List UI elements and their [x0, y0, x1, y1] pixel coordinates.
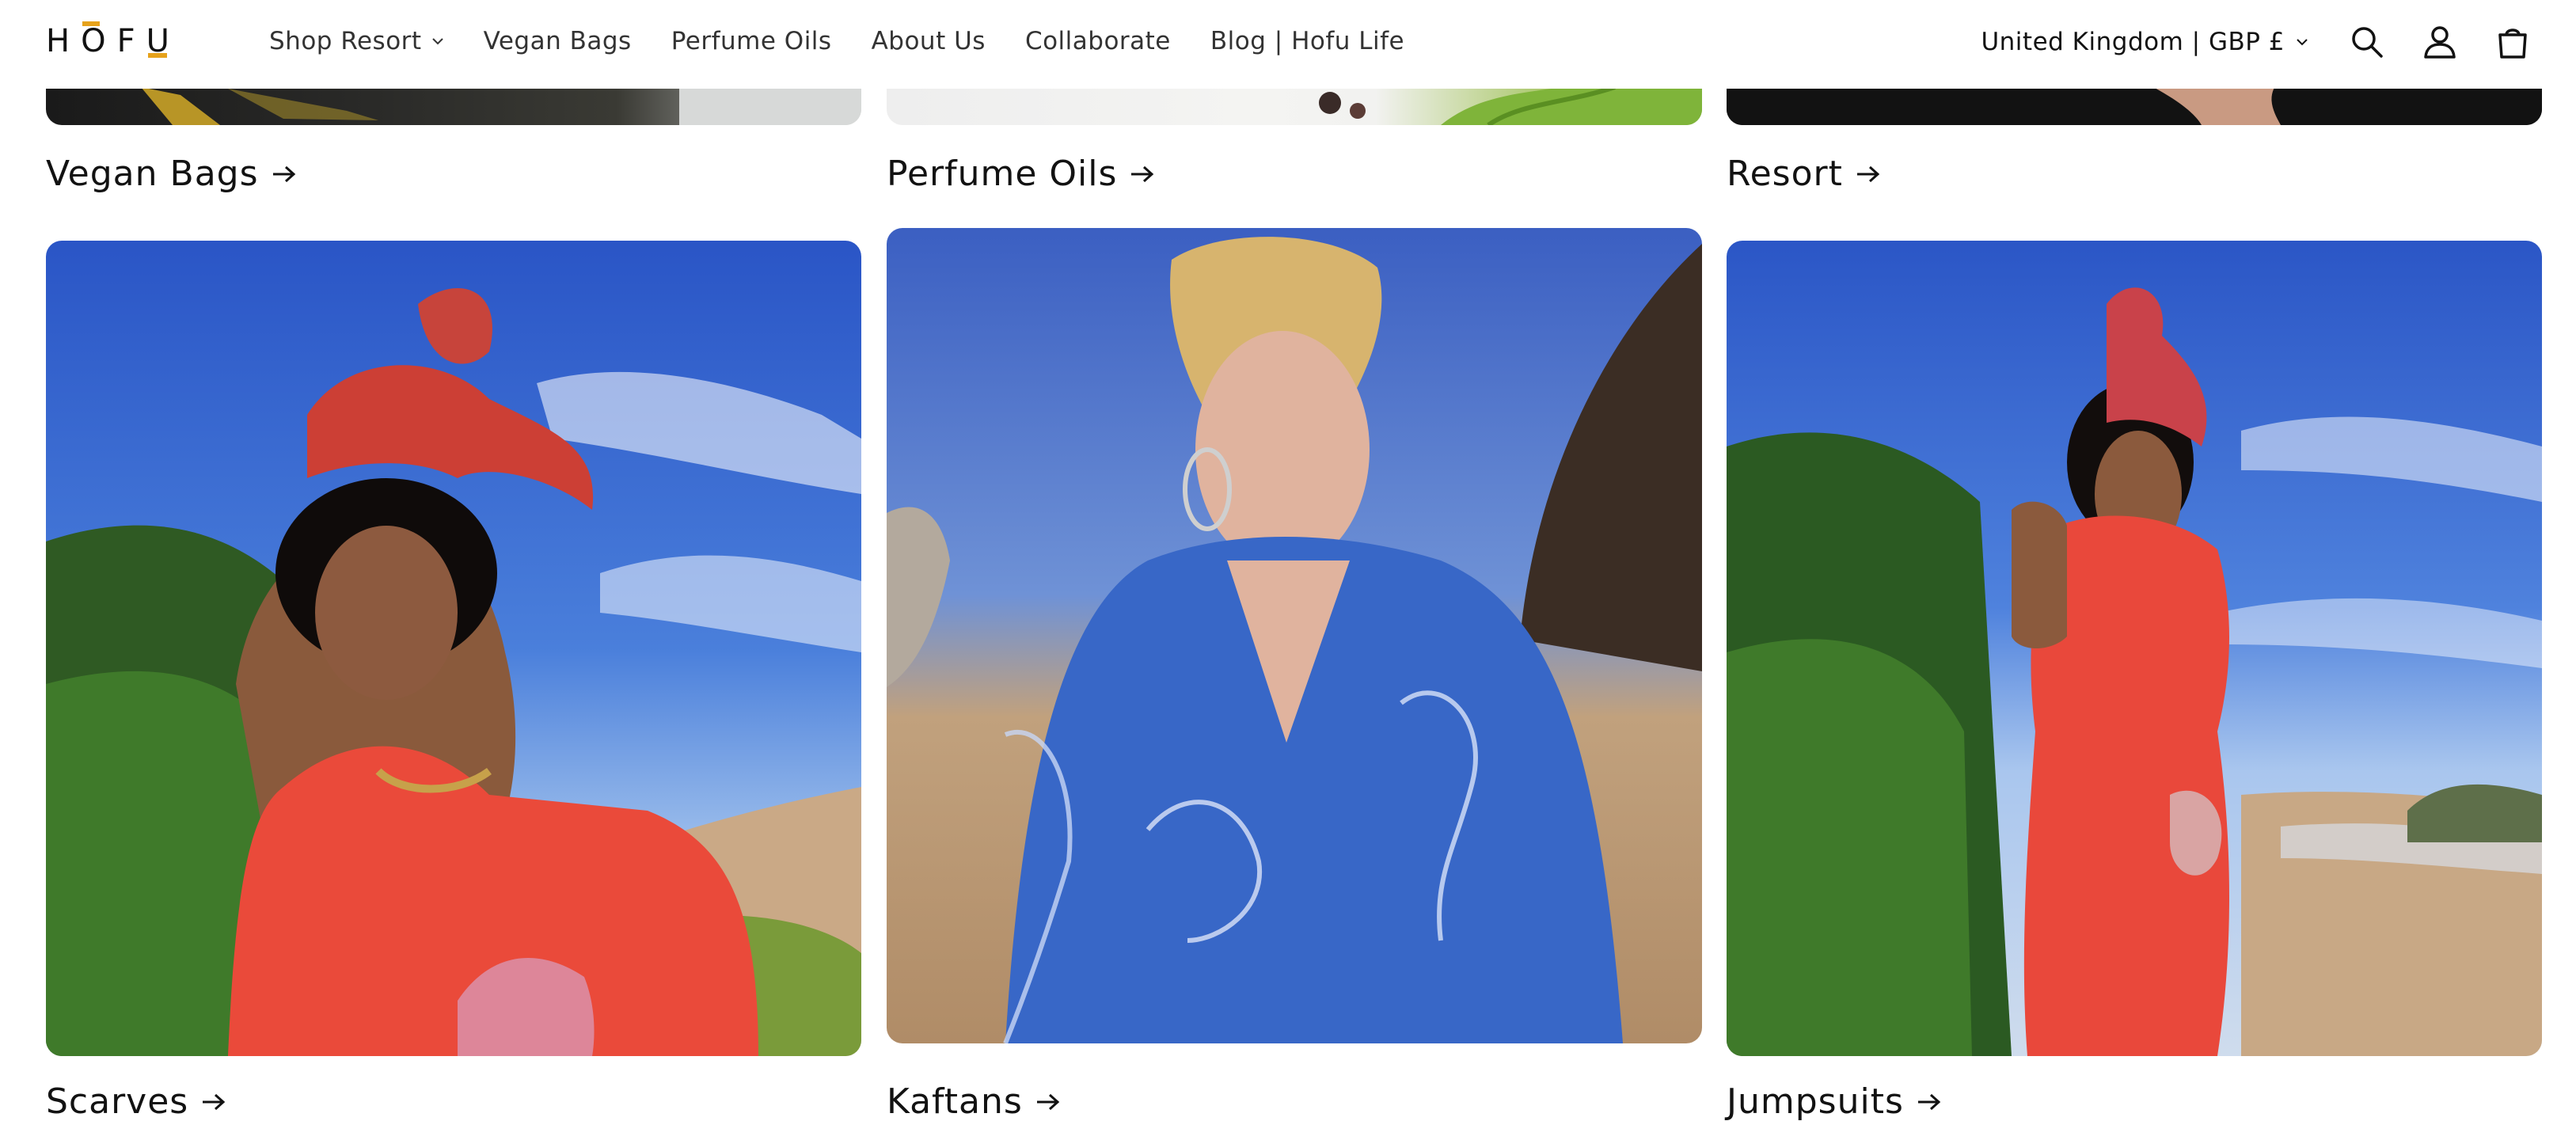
collection-link-vegan-bags[interactable]: Vegan Bags [46, 154, 298, 194]
nav-item-blog[interactable]: Blog | Hofu Life [1210, 27, 1404, 55]
nav-item-perfume-oils[interactable]: Perfume Oils [671, 27, 832, 55]
country-selector[interactable]: United Kingdom | GBP £ [1981, 28, 2308, 56]
nav-label: Collaborate [1024, 27, 1171, 55]
jumpsuits-photo [1727, 241, 2542, 1056]
cart-icon [2498, 28, 2527, 59]
collection-image-jumpsuits[interactable] [1727, 241, 2542, 1056]
collection-title: Resort [1727, 154, 1843, 194]
nav-label: Shop Resort [269, 27, 422, 55]
kaftans-photo [887, 228, 1702, 1043]
nav-item-about-us[interactable]: About Us [872, 27, 986, 55]
nav-label: Vegan Bags [483, 27, 632, 55]
site-header: HOFU Shop Resort Vegan Bags Perfume Oils… [0, 0, 2576, 89]
account-button[interactable] [2419, 21, 2460, 63]
logo[interactable]: HOFU [46, 21, 180, 59]
arrow-right-icon [203, 1093, 226, 1110]
collection-image-scarves[interactable] [46, 241, 861, 1056]
arrow-right-icon [1856, 165, 1880, 182]
chevron-down-icon [431, 38, 443, 45]
collection-image-kaftans[interactable] [887, 228, 1702, 1043]
nav-item-vegan-bags[interactable]: Vegan Bags [484, 27, 632, 55]
collection-title: Vegan Bags [46, 154, 259, 194]
scarves-photo [46, 241, 861, 1056]
country-selector-label: United Kingdom | GBP £ [1981, 28, 2285, 56]
collection-title: Scarves [46, 1081, 189, 1121]
collection-title: Perfume Oils [887, 154, 1118, 194]
main-nav: Shop Resort Vegan Bags Perfume Oils Abou… [269, 22, 1404, 60]
collection-title: Jumpsuits [1727, 1081, 1904, 1121]
collection-link-resort[interactable]: Resort [1727, 154, 1883, 194]
account-icon [2424, 26, 2456, 59]
nav-label: Perfume Oils [671, 27, 832, 55]
collection-link-jumpsuits[interactable]: Jumpsuits [1727, 1081, 1943, 1121]
nav-label: About Us [871, 27, 986, 55]
collection-title: Kaftans [887, 1081, 1023, 1121]
collection-link-perfume-oils[interactable]: Perfume Oils [887, 154, 1157, 194]
search-button[interactable] [2346, 21, 2388, 63]
nav-item-shop-resort[interactable]: Shop Resort [269, 27, 444, 55]
search-icon [2352, 27, 2383, 58]
arrow-right-icon [1036, 1093, 1060, 1110]
header-tools: United Kingdom | GBP £ [1981, 17, 2533, 66]
collection-link-kaftans[interactable]: Kaftans [887, 1081, 1062, 1121]
arrow-right-icon [1131, 165, 1154, 182]
cart-button[interactable] [2492, 21, 2533, 63]
logo-text: HOFU [46, 21, 180, 59]
collection-link-scarves[interactable]: Scarves [46, 1081, 228, 1121]
chevron-down-icon [2297, 39, 2308, 46]
nav-item-collaborate[interactable]: Collaborate [1025, 27, 1171, 55]
nav-label: Blog | Hofu Life [1210, 27, 1405, 55]
arrow-right-icon [1917, 1093, 1941, 1110]
arrow-right-icon [272, 165, 295, 182]
